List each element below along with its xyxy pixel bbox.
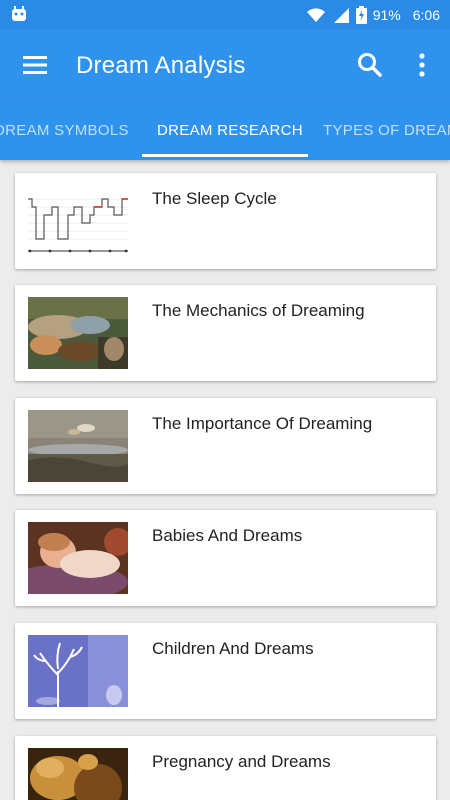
list-item[interactable]: Pregnancy and Dreams (15, 736, 436, 800)
illustration-thumbnail (28, 635, 128, 707)
article-title: The Mechanics of Dreaming (152, 301, 365, 320)
android-notification-icon (12, 6, 26, 21)
battery-charging-icon (355, 6, 367, 24)
list-item[interactable]: The Sleep Cycle (15, 173, 436, 269)
status-bar: 91% 6:06 (0, 0, 450, 30)
tab-bar: DREAM SYMBOLS DREAM RESEARCH TYPES OF DR… (0, 102, 450, 160)
wifi-icon (306, 8, 325, 22)
article-title: The Sleep Cycle (152, 189, 277, 208)
article-title: Babies And Dreams (152, 526, 303, 545)
painting-thumbnail (28, 522, 128, 594)
hamburger-menu-icon (23, 56, 47, 74)
painting-thumbnail (28, 410, 128, 482)
list-item[interactable]: The Importance Of Dreaming (15, 398, 436, 494)
signal-icon (333, 8, 349, 23)
list-item[interactable]: Babies And Dreams (15, 510, 436, 606)
menu-button[interactable] (18, 48, 52, 82)
article-title: The Importance Of Dreaming (152, 414, 373, 433)
overflow-menu-button[interactable] (410, 50, 434, 80)
painting-thumbnail (28, 748, 128, 800)
article-title: Children And Dreams (152, 639, 314, 658)
list-item[interactable]: The Mechanics of Dreaming (15, 285, 436, 381)
tab-dream-symbols[interactable]: DREAM SYMBOLS (0, 102, 129, 160)
clock: 6:06 (412, 7, 440, 23)
list-item[interactable]: Children And Dreams (15, 623, 436, 719)
painting-thumbnail (28, 297, 128, 369)
search-icon (358, 53, 382, 77)
article-title: Pregnancy and Dreams (152, 752, 331, 771)
app-bar: Dream Analysis (0, 30, 450, 102)
app-title: Dream Analysis (76, 52, 246, 79)
more-vertical-icon (419, 53, 425, 77)
sleep-cycle-thumbnail (28, 185, 128, 257)
active-tab-indicator (142, 154, 308, 157)
battery-percent: 91% (372, 7, 401, 23)
tab-types-of-dreams[interactable]: TYPES OF DREAMS (323, 102, 450, 160)
tab-dream-research[interactable]: DREAM RESEARCH (157, 102, 303, 160)
search-button[interactable] (355, 50, 385, 80)
